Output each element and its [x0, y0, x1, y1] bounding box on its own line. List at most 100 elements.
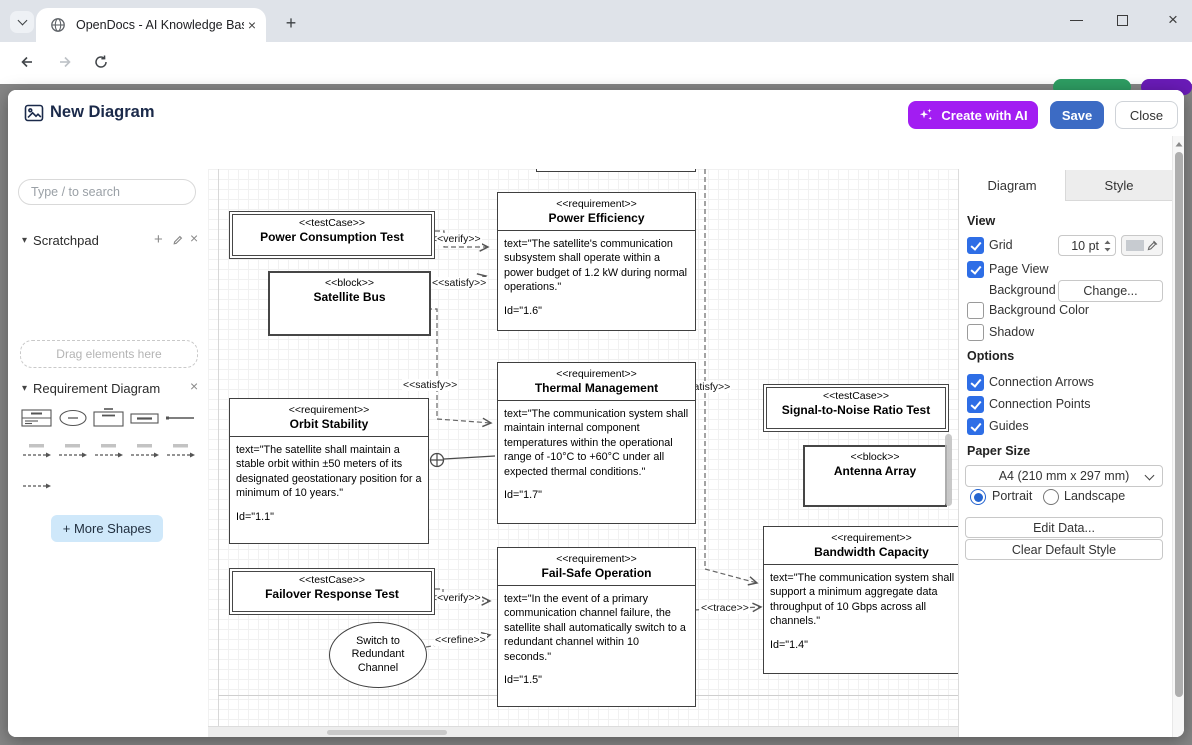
landscape-label: Landscape [1064, 488, 1125, 504]
node-power-consumption-test[interactable]: <<testCase>> Power Consumption Test [229, 211, 435, 259]
editor-toolbar: 110% [8, 136, 1184, 170]
tab-style-label: Style [1105, 178, 1134, 193]
node-cutoff-top[interactable] [536, 169, 696, 172]
tab-style[interactable]: Style [1066, 170, 1172, 200]
node-switch-redundant-channel[interactable]: Switch to Redundant Channel [329, 622, 427, 688]
grid-checkbox[interactable] [967, 237, 984, 254]
clear-default-style-button[interactable]: Clear Default Style [965, 539, 1163, 560]
node-satellite-bus[interactable]: <<block>> Satellite Bus [268, 271, 431, 336]
connector-label-verify: <<verify>> [430, 592, 482, 604]
node-power-efficiency[interactable]: <<requirement>> Power Efficiency text="T… [497, 192, 696, 331]
globe-favicon-icon [50, 17, 66, 33]
scratchpad-edit-icon[interactable] [172, 234, 184, 246]
new-tab-button[interactable]: + [280, 12, 302, 34]
grid-size-input[interactable]: 10 pt [1058, 235, 1116, 256]
window-close-button[interactable]: × [1161, 8, 1185, 32]
node-orbit-stability[interactable]: <<requirement>> Orbit Stability text="Th… [229, 398, 429, 544]
node-bandwidth-capacity[interactable]: <<requirement>> Bandwidth Capacity text=… [763, 526, 958, 674]
tab-close-icon[interactable]: × [248, 17, 256, 33]
window-minimize-button[interactable] [1070, 20, 1083, 34]
connector-satisfy-right[interactable] [705, 169, 757, 583]
close-button[interactable]: Close [1115, 101, 1178, 129]
shape-search-input[interactable] [18, 179, 196, 205]
node-stereotype: <<testCase>> [233, 572, 431, 587]
node-stereotype: <<requirement>> [232, 402, 426, 417]
paper-size-select[interactable]: A4 (210 mm x 297 mm) [965, 465, 1163, 487]
reload-button[interactable] [88, 50, 114, 74]
spinner-icon[interactable] [1103, 239, 1112, 253]
connector-satisfy-mid[interactable] [427, 309, 491, 423]
node-name: Antenna Array [805, 464, 945, 479]
shape-requirement[interactable] [20, 407, 54, 429]
grid-color-picker[interactable] [1121, 235, 1163, 256]
node-id: Id="1.7" [504, 488, 689, 502]
tab-search-button[interactable] [10, 11, 34, 33]
shape-connector-copy[interactable] [20, 475, 54, 497]
shape-connector-derive[interactable] [92, 441, 126, 463]
shadow-checkbox[interactable] [967, 324, 984, 341]
canvas-hscrollbar-thumb[interactable] [327, 730, 447, 735]
landscape-radio[interactable] [1043, 489, 1059, 505]
opendocs-editor-window: New Diagram Create with AI Save Close [8, 90, 1184, 737]
node-antenna-array[interactable]: <<block>> Antenna Array [803, 445, 947, 507]
node-text: text="The satellite's communication subs… [504, 237, 689, 295]
background-change-button[interactable]: Change... [1058, 280, 1163, 302]
node-name: Thermal Management [500, 381, 693, 396]
browser-tab[interactable]: OpenDocs - AI Knowledge Base × [36, 8, 266, 42]
canvas-hscrollbar-track[interactable] [208, 726, 958, 737]
page-view-label: Page View [989, 261, 1049, 277]
shape-connector-verify[interactable] [20, 441, 54, 463]
save-button[interactable]: Save [1050, 101, 1104, 129]
create-with-ai-button[interactable]: Create with AI [908, 101, 1038, 129]
shapes-section-title: Requirement Diagram [33, 381, 160, 396]
tab-diagram[interactable]: Diagram [959, 170, 1066, 201]
canvas-vertical-scrollbar[interactable] [945, 434, 952, 506]
scroll-up-arrow-icon[interactable] [1175, 141, 1183, 147]
scratchpad-add-icon[interactable]: + [154, 231, 163, 248]
node-signal-to-noise-ratio-test[interactable]: <<testCase>> Signal-to-Noise Ratio Test [763, 384, 949, 432]
window-maximize-button[interactable] [1117, 15, 1128, 26]
shape-testcase-ellipse[interactable] [56, 407, 90, 429]
background-color-checkbox[interactable] [967, 302, 984, 319]
node-name: Failover Response Test [233, 587, 431, 602]
chevron-down-icon [17, 16, 27, 26]
scratchpad-section-header[interactable]: ▾ Scratchpad [22, 233, 99, 248]
page-view-checkbox[interactable] [967, 261, 984, 278]
node-name: Signal-to-Noise Ratio Test [767, 403, 945, 418]
node-text: text="The communication system shall mai… [504, 407, 689, 479]
diagram-canvas[interactable]: <<verify>> <<satisfy>> <<satisfy>> <<sat… [208, 169, 958, 726]
node-fail-safe-operation[interactable]: <<requirement>> Fail-Safe Operation text… [497, 547, 696, 707]
node-id: Id="1.1" [236, 510, 422, 524]
tab-title: OpenDocs - AI Knowledge Base [76, 18, 244, 32]
node-stereotype: <<requirement>> [500, 196, 693, 211]
shape-labeled-box[interactable] [128, 407, 162, 429]
page-title: New Diagram [50, 103, 155, 122]
guides-checkbox[interactable] [967, 418, 984, 435]
node-failover-response-test[interactable]: <<testCase>> Failover Response Test [229, 568, 435, 615]
more-shapes-label: + More Shapes [63, 521, 152, 536]
shapes-section-close-icon[interactable]: × [190, 378, 198, 394]
connector-containment[interactable] [444, 456, 495, 459]
node-name: Satellite Bus [270, 290, 429, 305]
panel-scrollbar-thumb[interactable] [1175, 152, 1183, 697]
shape-connector-trace[interactable] [164, 441, 198, 463]
connection-arrows-checkbox[interactable] [967, 374, 984, 391]
portrait-radio[interactable] [970, 489, 986, 505]
forward-button[interactable] [52, 50, 78, 74]
shape-connector-satisfy[interactable] [56, 441, 90, 463]
paper-size-value: A4 (210 mm x 297 mm) [999, 469, 1130, 483]
node-thermal-management[interactable]: <<requirement>> Thermal Management text=… [497, 362, 696, 524]
back-button[interactable] [14, 50, 40, 74]
connection-points-checkbox[interactable] [967, 396, 984, 413]
shape-connector-refine[interactable] [128, 441, 162, 463]
scratchpad-close-icon[interactable]: × [190, 230, 198, 246]
node-name: Orbit Stability [232, 417, 426, 432]
requirement-diagram-section-header[interactable]: ▾ Requirement Diagram [22, 381, 160, 396]
guides-label: Guides [989, 418, 1029, 434]
panel-scrollbar-track[interactable] [1172, 136, 1184, 737]
scratchpad-drop-area[interactable]: Drag elements here [20, 340, 198, 368]
shape-block[interactable] [92, 407, 126, 429]
more-shapes-button[interactable]: + More Shapes [51, 515, 163, 542]
shape-line[interactable] [164, 407, 198, 429]
edit-data-button[interactable]: Edit Data... [965, 517, 1163, 538]
